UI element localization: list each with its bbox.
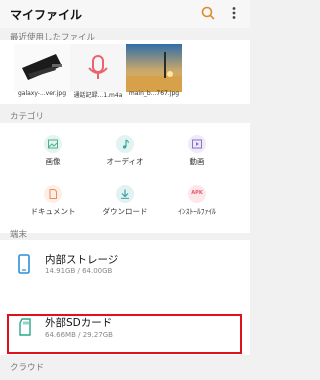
category-downloads[interactable]: ダウンロード — [90, 185, 160, 217]
sd-card-highlight-box — [7, 314, 242, 354]
music-icon — [116, 135, 134, 153]
category-video[interactable]: 動画 — [162, 135, 232, 167]
document-icon — [44, 185, 62, 203]
apk-icon: APK — [188, 185, 206, 203]
recent-files-card: galaxy-...ver.jpg 通話記録...1.m4a main_b...… — [0, 40, 250, 104]
video-icon — [188, 135, 206, 153]
microphone-icon — [88, 55, 108, 79]
recent-file-name: galaxy-...ver.jpg — [17, 90, 67, 97]
category-label: ダウンロード — [102, 207, 148, 216]
category-install-files[interactable]: APK ｲﾝｽﾄｰﾙﾌｧｲﾙ — [162, 185, 232, 217]
more-vert-icon[interactable] — [226, 5, 242, 21]
storage-size: 14.91GB / 64.00GB — [45, 267, 113, 275]
cloud-section-label: クラウド — [10, 363, 45, 373]
category-audio[interactable]: オーディオ — [90, 135, 160, 167]
recent-file-name: main_b...767.jpg — [128, 90, 180, 97]
recent-file-name: 通話記録...1.m4a — [73, 92, 123, 99]
category-label: ｲﾝｽﾄｰﾙﾌｧｲﾙ — [178, 207, 216, 216]
download-icon — [116, 185, 134, 203]
category-label: ドキュメント — [30, 207, 76, 216]
category-documents[interactable]: ドキュメント — [18, 185, 88, 217]
category-label: 画像 — [45, 157, 61, 166]
category-images[interactable]: 画像 — [18, 135, 88, 167]
app-bar: マイファイル — [0, 0, 250, 28]
device-section-label: 端末 — [10, 230, 28, 240]
category-label: 動画 — [189, 157, 205, 166]
recent-file-thumbnail[interactable] — [14, 44, 70, 92]
apk-badge: APK — [191, 190, 203, 196]
internal-storage-item[interactable]: 内部ストレージ 14.91GB / 64.00GB — [0, 240, 250, 288]
category-label: オーディオ — [106, 157, 144, 166]
category-section-label: カテゴリ — [10, 112, 45, 122]
category-card: 画像 オーディオ 動画 ドキュメント ダウンロード APK ｲﾝｽﾄｰﾙﾌｧｲﾙ — [0, 123, 250, 233]
page-title: マイファイル — [10, 8, 83, 22]
phone-icon — [18, 254, 30, 278]
recent-file-thumbnail[interactable] — [70, 44, 126, 92]
storage-name: 内部ストレージ — [45, 254, 119, 266]
image-icon — [44, 135, 62, 153]
recent-file-thumbnail[interactable] — [126, 44, 182, 92]
search-icon[interactable] — [200, 5, 216, 21]
